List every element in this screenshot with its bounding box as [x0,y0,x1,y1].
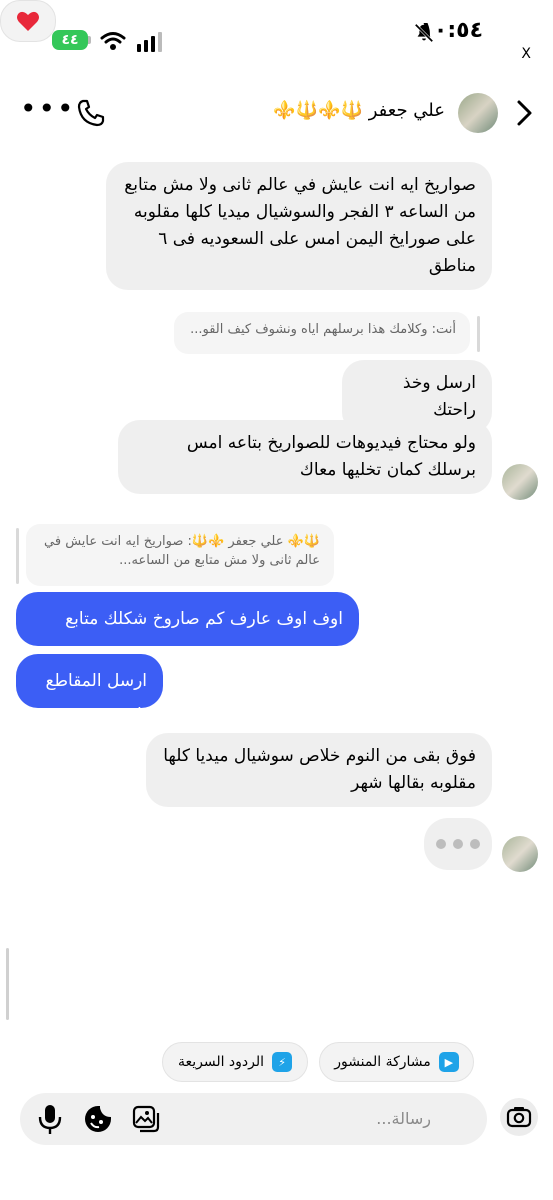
like-heart-button[interactable] [0,0,56,42]
contact-name-text: علي جعفر [368,100,445,121]
cellular-signal-icon [137,32,162,52]
typing-dot [436,839,446,849]
microphone-icon[interactable] [36,1103,64,1135]
contact-name-decor: 🔱⚜️🔱⚜️ [273,100,363,121]
battery-level: ٤٤ [61,32,79,48]
share-post-button[interactable]: ▶ مشاركة المنشور [319,1042,474,1082]
sticker-icon[interactable] [82,1103,114,1135]
chevron-back-icon[interactable] [513,98,535,128]
battery-indicator: ٤٤ [52,30,88,50]
gallery-icon[interactable] [130,1103,162,1135]
scrollbar[interactable] [6,948,9,1020]
typing-dot [453,839,463,849]
reply-preview[interactable]: أنت: وكلامك هذا برسلهم اياه ونشوف كيف ال… [174,312,470,354]
incoming-message-bubble[interactable]: فوق بقى من النوم خلاص سوشيال ميديا كلها … [146,733,492,807]
lightning-icon: ⚡ [272,1052,293,1072]
reply-indicator-bar [16,528,19,584]
play-icon: ▶ [438,1052,459,1072]
typing-dot [470,839,480,849]
wifi-icon [100,32,126,50]
heart-icon [17,11,39,31]
outgoing-message-bubble[interactable]: ارسل المقاطع يله [16,654,163,725]
reply-indicator-bar [477,316,480,352]
sender-avatar[interactable] [502,464,538,500]
quick-replies-button[interactable]: ⚡ الردود السريعة [162,1042,308,1082]
camera-icon [506,1107,532,1128]
reply-sender: 🔱⚜️ علي جعفر ⚜️🔱: [187,534,320,549]
quick-replies-label: الردود السريعة [177,1054,265,1070]
more-options-button[interactable]: ••• [20,95,76,123]
battery-tip [88,36,91,44]
reply-preview[interactable]: 🔱⚜️ علي جعفر ⚜️🔱: صواريخ ايه انت عايش في… [26,524,334,586]
contact-avatar[interactable] [458,93,498,133]
incoming-message-bubble[interactable]: صواريخ ايه انت عايش في عالم ثانى ولا مش … [106,162,492,290]
incoming-message-bubble[interactable]: ولو محتاج فيديوهات للصواريخ بتاعه امس بر… [118,420,492,494]
contact-name[interactable]: علي جعفر 🔱⚜️🔱⚜️ [273,100,445,121]
camera-button[interactable] [500,1098,538,1136]
share-post-label: مشاركة المنشور [334,1054,431,1070]
close-overlay-button[interactable]: X [521,46,531,62]
typing-indicator [424,818,492,870]
message-input[interactable] [279,1108,433,1129]
outgoing-message-bubble[interactable]: اوف اوف عارف كم صاروخ شكلك متابع وبقوه [16,592,359,663]
mute-bell-icon [414,23,434,43]
sender-avatar[interactable] [502,836,538,872]
phone-call-icon[interactable] [76,98,106,128]
